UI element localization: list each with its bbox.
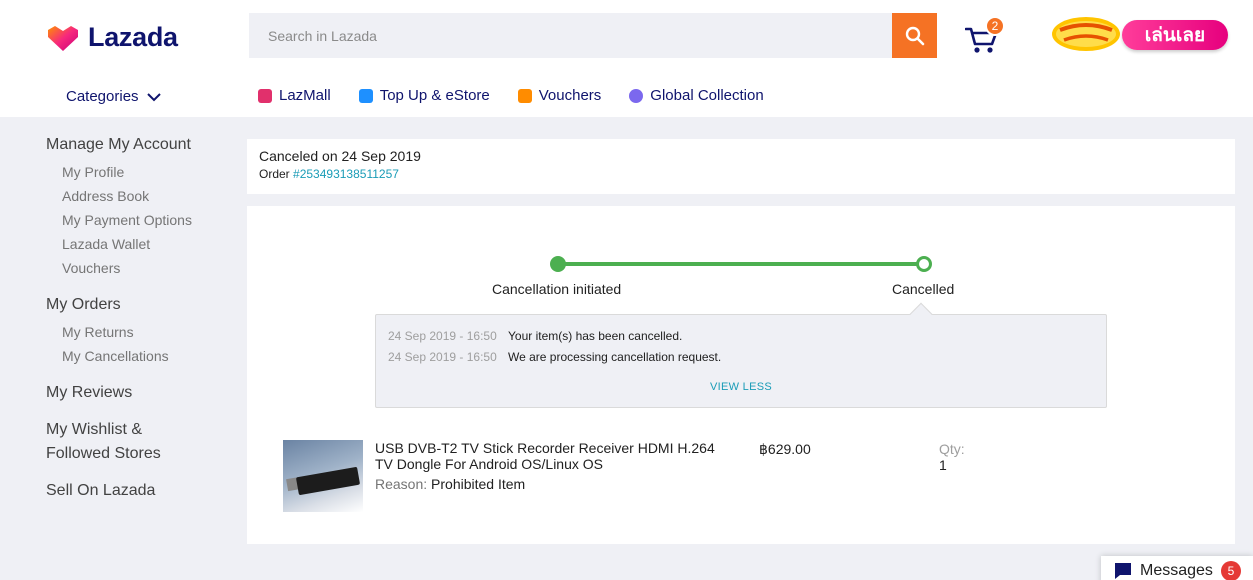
log-time: 24 Sep 2019 - 16:50 xyxy=(388,329,497,343)
sidebar-my-orders[interactable]: My Orders xyxy=(46,296,236,314)
cancellation-status: Canceled on 24 Sep 2019 xyxy=(259,148,421,164)
progress-step-dot-cancelled xyxy=(916,256,932,272)
messages-button[interactable]: Messages 5 xyxy=(1101,556,1253,580)
nav-link-lazmall[interactable]: LazMall xyxy=(258,87,331,104)
sidebar-item-address-book[interactable]: Address Book xyxy=(46,184,236,208)
log-entry: 24 Sep 2019 - 16:50 We are processing ca… xyxy=(388,350,721,364)
account-sidebar: Manage My Account My Profile Address Boo… xyxy=(46,136,236,516)
status-log-box: 24 Sep 2019 - 16:50 Your item(s) has bee… xyxy=(375,314,1107,408)
lazmall-icon xyxy=(258,88,272,103)
chat-icon xyxy=(1115,563,1131,579)
dongle-shape xyxy=(295,466,361,496)
log-time: 24 Sep 2019 - 16:50 xyxy=(388,350,497,364)
progress-track xyxy=(558,262,924,266)
nav-link-label: Top Up & eStore xyxy=(379,87,490,104)
qty-label: Qty: xyxy=(939,441,965,457)
search-input[interactable] xyxy=(249,13,892,58)
search-bar xyxy=(249,13,937,58)
promo-banner[interactable]: เล่นเลย xyxy=(1050,14,1230,54)
logo-text: Lazada xyxy=(88,22,178,52)
topup-icon xyxy=(358,88,373,103)
categories-dropdown[interactable]: Categories xyxy=(66,88,161,105)
product-quantity: Qty: 1 xyxy=(939,441,965,473)
reason-label: Reason: xyxy=(375,476,428,492)
voucher-icon xyxy=(517,88,532,103)
cancellation-reason: Reason: Prohibited Item xyxy=(375,476,735,492)
view-less-toggle[interactable]: VIEW LESS xyxy=(376,381,1106,393)
reason-value: Prohibited Item xyxy=(431,476,526,492)
lazada-heart-icon xyxy=(48,25,78,51)
lazada-logo[interactable]: Lazada xyxy=(46,22,178,53)
nav-link-label: Global Collection xyxy=(650,87,764,104)
nav-link-topup[interactable]: Top Up & eStore xyxy=(358,87,490,104)
sidebar-my-reviews[interactable]: My Reviews xyxy=(46,384,236,402)
step-label-cancelled: Cancelled xyxy=(892,281,955,297)
sidebar-item-my-cancellations[interactable]: My Cancellations xyxy=(46,344,236,368)
cart-button[interactable]: 2 xyxy=(964,16,1005,58)
sidebar-my-wishlist[interactable]: My Wishlist & Followed Stores xyxy=(46,418,236,466)
sidebar-wishlist-line2: Followed Stores xyxy=(46,445,161,462)
search-button[interactable] xyxy=(892,13,937,58)
product-title[interactable]: USB DVB-T2 TV Stick Recorder Receiver HD… xyxy=(375,440,735,472)
messages-count-badge: 5 xyxy=(1220,561,1241,580)
sidebar-item-payment-options[interactable]: My Payment Options xyxy=(46,208,236,232)
log-entry: 24 Sep 2019 - 16:50 Your item(s) has bee… xyxy=(388,329,682,343)
step-label-initiated: Cancellation initiated xyxy=(492,281,622,297)
nav-link-vouchers[interactable]: Vouchers xyxy=(517,87,602,104)
sidebar-item-vouchers[interactable]: Vouchers xyxy=(46,256,236,280)
global-collection-icon xyxy=(629,88,644,103)
order-header-panel: Canceled on 24 Sep 2019 Order #253493138… xyxy=(247,139,1235,194)
order-number-line: Order #253493138511257 xyxy=(259,167,1223,181)
nav-link-global-collection[interactable]: Global Collection xyxy=(629,87,764,104)
wallet-promo-icon xyxy=(1052,17,1120,51)
sidebar-manage-account[interactable]: Manage My Account xyxy=(46,136,236,154)
product-thumbnail[interactable] xyxy=(283,440,363,512)
nav-link-label: Vouchers xyxy=(538,87,602,104)
promo-play-button[interactable]: เล่นเลย xyxy=(1122,20,1228,50)
order-number-link[interactable]: #253493138511257 xyxy=(293,167,399,181)
nav-links: LazMall Top Up & eStore Vouchers Global … xyxy=(258,87,764,104)
log-message: Your item(s) has been cancelled. xyxy=(508,329,683,343)
order-label: Order xyxy=(259,167,290,181)
sidebar-item-lazada-wallet[interactable]: Lazada Wallet xyxy=(46,232,236,256)
cancellation-detail-panel: Cancellation initiated Cancelled 24 Sep … xyxy=(247,206,1235,544)
product-price: ฿629.00 xyxy=(759,441,811,457)
search-icon xyxy=(905,26,924,45)
log-message: We are processing cancellation request. xyxy=(508,350,722,364)
sidebar-item-my-returns[interactable]: My Returns xyxy=(46,320,236,344)
cart-count-badge: 2 xyxy=(985,16,1005,36)
categories-label: Categories xyxy=(66,88,139,105)
messages-label: Messages xyxy=(1140,562,1213,579)
sidebar-sell-on-lazada[interactable]: Sell On Lazada xyxy=(46,482,236,500)
nav-link-label: LazMall xyxy=(279,87,331,104)
chevron-down-icon xyxy=(146,92,161,101)
qty-value: 1 xyxy=(939,457,947,473)
top-header: Lazada 2 เล่นเลย Categories xyxy=(0,0,1253,117)
sidebar-wishlist-line1: My Wishlist & xyxy=(46,421,142,438)
sidebar-item-my-profile[interactable]: My Profile xyxy=(46,160,236,184)
progress-step-dot-initiated xyxy=(550,256,566,272)
